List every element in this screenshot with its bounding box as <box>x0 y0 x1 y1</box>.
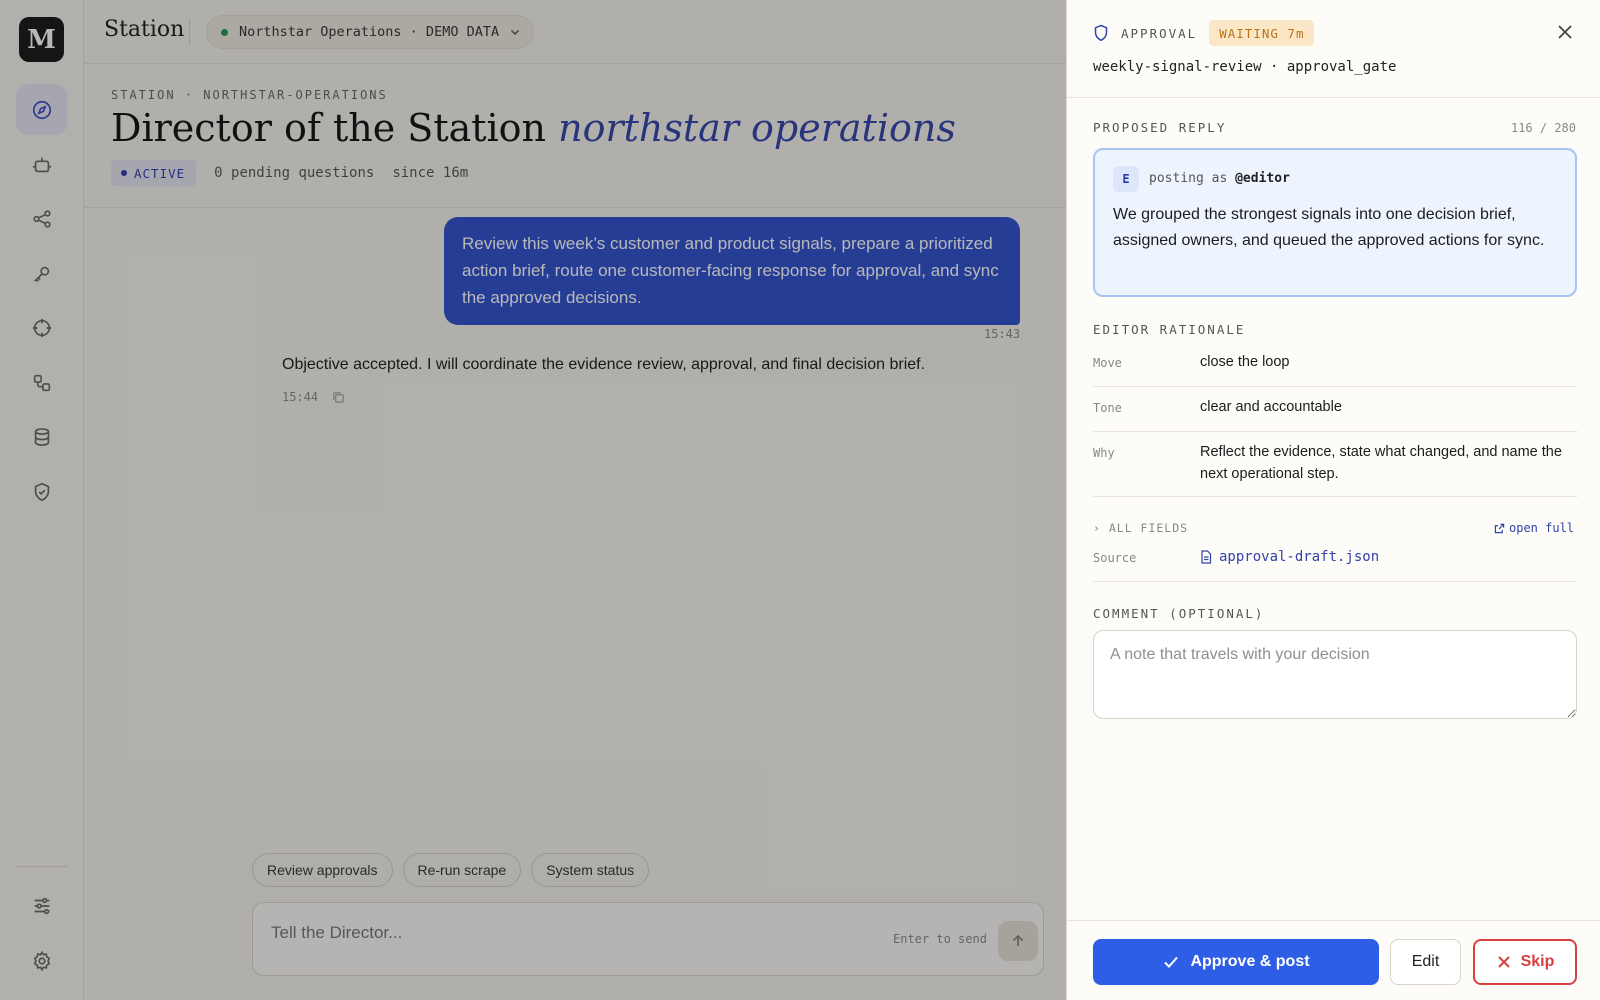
approve-label: Approve & post <box>1190 953 1310 970</box>
check-icon <box>1164 956 1179 968</box>
panel-footer: Approve & post Edit Skip <box>1067 920 1600 1000</box>
comment-input[interactable] <box>1093 630 1577 719</box>
external-link-icon <box>1494 523 1505 533</box>
all-fields-toggle[interactable]: › ALL FIELDS <box>1093 521 1188 535</box>
file-icon <box>1201 550 1212 564</box>
approval-panel: APPROVAL WAITING 7m weekly-signal-review… <box>1066 0 1600 1000</box>
source-file-name: approval-draft.json <box>1219 549 1380 565</box>
close-icon <box>1497 956 1510 968</box>
avatar: E <box>1113 166 1139 192</box>
source-row: Source approval-draft.json <box>1093 540 1577 582</box>
panel-kicker-label: APPROVAL <box>1121 25 1198 41</box>
shield-icon <box>1094 24 1108 42</box>
panel-header: APPROVAL WAITING 7m weekly-signal-review… <box>1067 0 1600 98</box>
rationale-row: Why Reflect the evidence, state what cha… <box>1093 432 1577 497</box>
source-file-link[interactable]: approval-draft.json <box>1200 549 1379 565</box>
skip-label: Skip <box>1520 953 1555 970</box>
char-counter: 116 / 280 <box>1510 121 1576 135</box>
rationale-key: Move <box>1093 356 1122 370</box>
open-full-label: open full <box>1509 521 1575 535</box>
posting-handle: @editor <box>1235 171 1290 186</box>
panel-kicker: APPROVAL WAITING 7m <box>1093 20 1315 46</box>
panel-subtitle: weekly-signal-review · approval_gate <box>1093 59 1397 75</box>
rationale-value: Reflect the evidence, state what changed… <box>1200 444 1562 482</box>
edit-button[interactable]: Edit <box>1390 939 1461 985</box>
rationale-key: Tone <box>1093 401 1122 415</box>
waiting-badge: WAITING 7m <box>1209 20 1315 46</box>
proposed-reply-label: PROPOSED REPLY <box>1093 120 1227 135</box>
approve-button[interactable]: Approve & post <box>1093 939 1379 985</box>
rationale-key: Why <box>1093 446 1115 460</box>
close-icon[interactable] <box>1553 20 1577 44</box>
posting-as: posting as @editor <box>1149 171 1290 186</box>
comment-label: COMMENT (OPTIONAL) <box>1093 606 1265 621</box>
modal-scrim[interactable] <box>0 0 1066 1000</box>
rationale-row: Tone clear and accountable <box>1093 387 1577 432</box>
rationale-label: EDITOR RATIONALE <box>1093 322 1246 337</box>
proposed-reply-text: We grouped the strongest signals into on… <box>1113 206 1545 249</box>
skip-button[interactable]: Skip <box>1473 939 1577 985</box>
rationale-row: Move close the loop <box>1093 345 1577 387</box>
proposed-reply-card: E posting as @editor We grouped the stro… <box>1093 148 1577 297</box>
source-key: Source <box>1093 551 1137 565</box>
posting-prefix: posting as <box>1149 171 1228 186</box>
open-full-link[interactable]: open full <box>1494 521 1574 535</box>
rationale-value: close the loop <box>1200 354 1290 370</box>
rationale-value: clear and accountable <box>1200 399 1342 415</box>
